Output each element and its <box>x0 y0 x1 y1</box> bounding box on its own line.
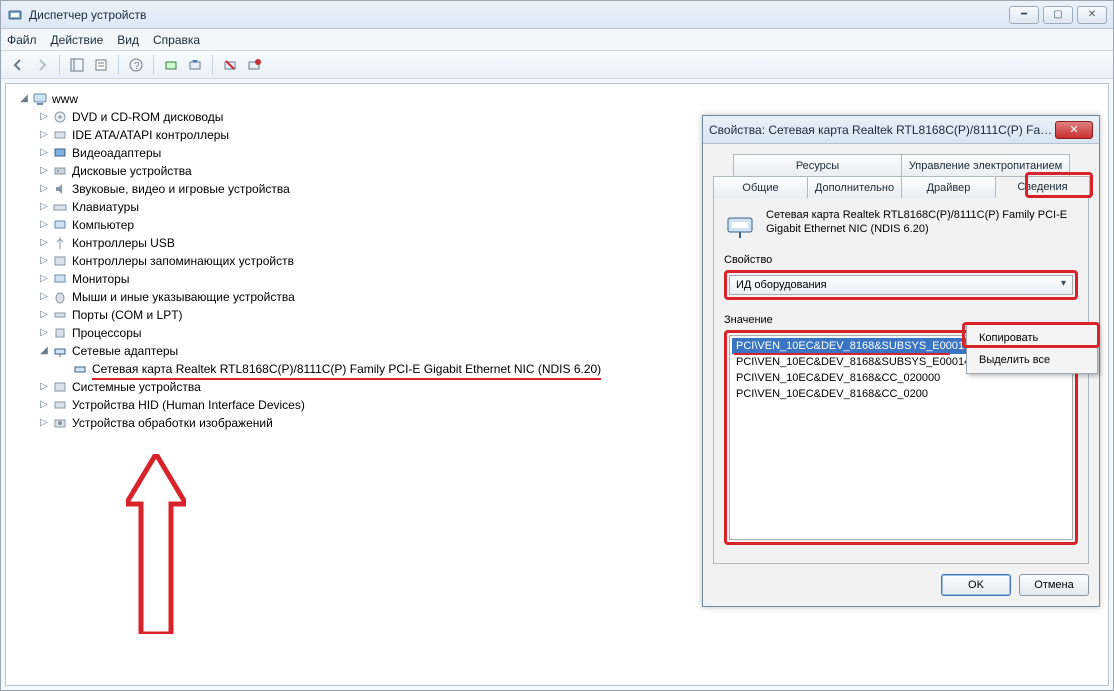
app-icon <box>7 7 23 23</box>
dialog-titlebar: Свойства: Сетевая карта Realtek RTL8168C… <box>703 116 1099 144</box>
toolbar-sep <box>59 55 60 75</box>
dialog-buttons: OK Отмена <box>941 574 1089 596</box>
expand-icon[interactable]: ▷ <box>38 252 50 270</box>
device-header: Сетевая карта Realtek RTL8168C(P)/8111C(… <box>724 208 1078 240</box>
expand-icon[interactable]: ▷ <box>38 396 50 414</box>
keyboard-icon <box>52 199 68 215</box>
display-icon <box>52 145 68 161</box>
property-combo[interactable]: ИД оборудования <box>729 275 1073 295</box>
tool-help[interactable]: ? <box>125 54 147 76</box>
device-name: Сетевая карта Realtek RTL8168C(P)/8111C(… <box>766 208 1067 236</box>
computer-icon <box>52 217 68 233</box>
window-buttons: ━ ▢ ✕ <box>1005 6 1107 24</box>
menu-action[interactable]: Действие <box>51 33 104 47</box>
device-icon <box>724 208 756 240</box>
expand-icon[interactable]: ▷ <box>38 144 50 162</box>
tool-update[interactable] <box>184 54 206 76</box>
monitor-icon <box>52 271 68 287</box>
expand-icon[interactable]: ▷ <box>38 288 50 306</box>
storage-icon <box>52 253 68 269</box>
ok-button[interactable]: OK <box>941 574 1011 596</box>
ide-icon <box>52 127 68 143</box>
disc-icon <box>52 109 68 125</box>
sound-icon <box>52 181 68 197</box>
tree-root-label: www <box>52 90 78 108</box>
toolbar: ? <box>1 51 1113 79</box>
dialog-title: Свойства: Сетевая карта Realtek RTL8168C… <box>709 123 1055 137</box>
cpu-icon <box>52 325 68 341</box>
nic-icon <box>72 361 88 377</box>
expand-icon[interactable]: ▷ <box>38 234 50 252</box>
menubar: Файл Действие Вид Справка <box>1 29 1113 51</box>
menu-file[interactable]: Файл <box>7 33 37 47</box>
tool-back[interactable] <box>7 54 29 76</box>
titlebar: Диспетчер устройств ━ ▢ ✕ <box>1 1 1113 29</box>
annotation-arrow <box>126 454 186 634</box>
maximize-button[interactable]: ▢ <box>1043 6 1073 24</box>
tool-props[interactable] <box>90 54 112 76</box>
computer-icon <box>32 91 48 107</box>
mouse-icon <box>52 289 68 305</box>
menu-view[interactable]: Вид <box>117 33 139 47</box>
tool-uninstall[interactable] <box>219 54 241 76</box>
expand-icon[interactable]: ◢ <box>18 90 30 108</box>
tab-advanced[interactable]: Дополнительно <box>807 176 902 198</box>
expand-icon[interactable]: ▷ <box>38 414 50 432</box>
dialog-tabs: Ресурсы Управление электропитанием Общие… <box>713 154 1089 198</box>
property-combo-value: ИД оборудования <box>736 279 827 291</box>
menu-help[interactable]: Справка <box>153 33 200 47</box>
tool-scan[interactable] <box>160 54 182 76</box>
port-icon <box>52 307 68 323</box>
expand-icon[interactable]: ▷ <box>38 306 50 324</box>
tab-driver[interactable]: Драйвер <box>901 176 996 198</box>
usb-icon <box>52 235 68 251</box>
dialog-close-button[interactable]: ✕ <box>1055 121 1093 139</box>
svg-text:?: ? <box>134 61 140 72</box>
expand-icon[interactable]: ▷ <box>38 180 50 198</box>
imaging-icon <box>52 415 68 431</box>
expand-icon[interactable]: ▷ <box>38 270 50 288</box>
window-title: Диспетчер устройств <box>29 8 1005 22</box>
minimize-button[interactable]: ━ <box>1009 6 1039 24</box>
expand-icon[interactable]: ▷ <box>38 108 50 126</box>
expand-icon[interactable]: ▷ <box>38 198 50 216</box>
expand-icon[interactable]: ◢ <box>38 342 50 360</box>
hid-icon <box>52 397 68 413</box>
cancel-button[interactable]: Отмена <box>1019 574 1089 596</box>
nic-label: Сетевая карта Realtek RTL8168C(P)/8111C(… <box>92 360 601 378</box>
disk-icon <box>52 163 68 179</box>
expand-icon[interactable]: ▷ <box>38 216 50 234</box>
tab-resources[interactable]: Ресурсы <box>733 154 902 176</box>
expand-icon[interactable]: ▷ <box>38 378 50 396</box>
tab-details[interactable]: Сведения <box>995 176 1090 198</box>
toolbar-sep2 <box>118 55 119 75</box>
context-copy[interactable]: Копировать <box>969 327 1095 349</box>
system-icon <box>52 379 68 395</box>
close-button[interactable]: ✕ <box>1077 6 1107 24</box>
context-menu: Копировать Выделить все <box>966 324 1098 374</box>
tree-root[interactable]: ◢ www <box>10 90 1104 108</box>
tool-forward[interactable] <box>31 54 53 76</box>
expand-icon[interactable]: ▷ <box>38 162 50 180</box>
annotation-combo-highlight: ИД оборудования <box>724 270 1078 300</box>
network-icon <box>52 343 68 359</box>
tab-power[interactable]: Управление электропитанием <box>901 154 1070 176</box>
tab-general[interactable]: Общие <box>713 176 808 198</box>
property-label: Свойство <box>724 254 1078 266</box>
tab-panel-details: Сетевая карта Realtek RTL8168C(P)/8111C(… <box>713 198 1089 564</box>
list-item[interactable]: PCI\VEN_10EC&DEV_8168&CC_0200 <box>732 386 1070 402</box>
expand-icon[interactable]: ▷ <box>38 126 50 144</box>
tool-tree[interactable] <box>66 54 88 76</box>
expand-icon[interactable]: ▷ <box>38 324 50 342</box>
context-select-all[interactable]: Выделить все <box>969 349 1095 371</box>
toolbar-sep4 <box>212 55 213 75</box>
tool-disable[interactable] <box>243 54 265 76</box>
toolbar-sep3 <box>153 55 154 75</box>
